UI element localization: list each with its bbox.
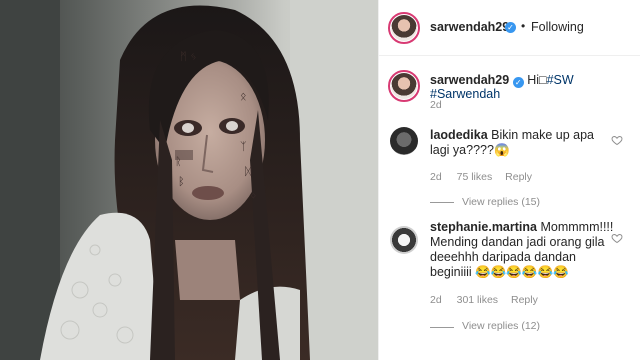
author-avatar-image: [391, 15, 417, 41]
post-photo[interactable]: ᛗ ᛃ ᛟ ᚱ ᛉ ᛞ ᛒ ᛜ: [0, 0, 378, 360]
following-button[interactable]: Following: [531, 20, 584, 34]
post-detail-panel: sarwendah29 ✓ • Following sarwendah29 ✓ …: [378, 0, 640, 360]
svg-text:ᛒ: ᛒ: [178, 175, 185, 188]
comment-text: stephanie.martina Mommmm!!!! Mending dan…: [430, 220, 615, 280]
comment-meta: 2d 301 likes Reply: [430, 294, 538, 306]
photo-illustration: ᛗ ᛃ ᛟ ᚱ ᛉ ᛞ ᛒ ᛜ: [0, 0, 378, 360]
comment-avatar[interactable]: [390, 226, 418, 254]
view-replies-line: [430, 202, 454, 203]
author-avatar[interactable]: [388, 12, 420, 44]
comment-likes[interactable]: 75 likes: [457, 171, 493, 183]
view-replies-button[interactable]: View replies (12): [462, 320, 540, 332]
caption-verified-badge-icon: ✓: [512, 77, 524, 88]
caption-avatar[interactable]: [388, 70, 420, 102]
comment-body-line3: deeehhh daripada dandan: [430, 250, 576, 264]
heart-icon[interactable]: [611, 134, 623, 146]
comment-emojis: 😂😂😂😂😂😂: [475, 265, 569, 279]
verified-badge-icon: ✓: [505, 22, 516, 33]
hashtag-sw[interactable]: #SW: [547, 73, 574, 87]
caption-age: 2d: [430, 99, 442, 111]
separator-dot: •: [521, 19, 526, 33]
caption-text-prefix: Hi: [527, 73, 539, 87]
comment-meta: 2d 75 likes Reply: [430, 171, 532, 183]
post-header: sarwendah29 ✓ • Following: [379, 0, 640, 56]
author-username[interactable]: sarwendah29: [430, 20, 509, 34]
reply-button[interactable]: Reply: [511, 294, 538, 306]
svg-text:ᛉ: ᛉ: [240, 140, 247, 153]
view-replies-line: [430, 327, 454, 328]
comment-likes[interactable]: 301 likes: [457, 294, 498, 306]
comment-body-line2: Mending dandan jadi orang gila: [430, 235, 605, 249]
svg-text:ᛜ: ᛜ: [250, 190, 257, 203]
svg-text:ᛟ: ᛟ: [240, 90, 247, 103]
caption: sarwendah29 ✓ Hi□#SW #Sarwendah: [430, 73, 640, 101]
caption-username[interactable]: sarwendah29: [430, 73, 509, 87]
comment-avatar[interactable]: [390, 127, 418, 155]
caption-glyph: □: [539, 73, 547, 87]
comment-text: laodedika Bikin make up apa lagi ya????😱: [430, 128, 610, 158]
comment-age: 2d: [430, 171, 442, 183]
comment-body-line1: Mommmm!!!!: [540, 220, 614, 234]
comment-username[interactable]: laodedika: [430, 128, 488, 142]
view-replies-button[interactable]: View replies (15): [462, 196, 540, 208]
comment-emoji: 😱: [493, 143, 510, 157]
comment-username[interactable]: stephanie.martina: [430, 220, 537, 234]
heart-icon[interactable]: [611, 232, 623, 244]
comment-body-line4: beginiiii: [430, 265, 472, 279]
reply-button[interactable]: Reply: [505, 171, 532, 183]
caption-avatar-image: [391, 73, 417, 99]
svg-text:ᛗ ᛃ: ᛗ ᛃ: [180, 50, 197, 63]
comment-age: 2d: [430, 294, 442, 306]
svg-text:ᛞ: ᛞ: [245, 165, 252, 178]
